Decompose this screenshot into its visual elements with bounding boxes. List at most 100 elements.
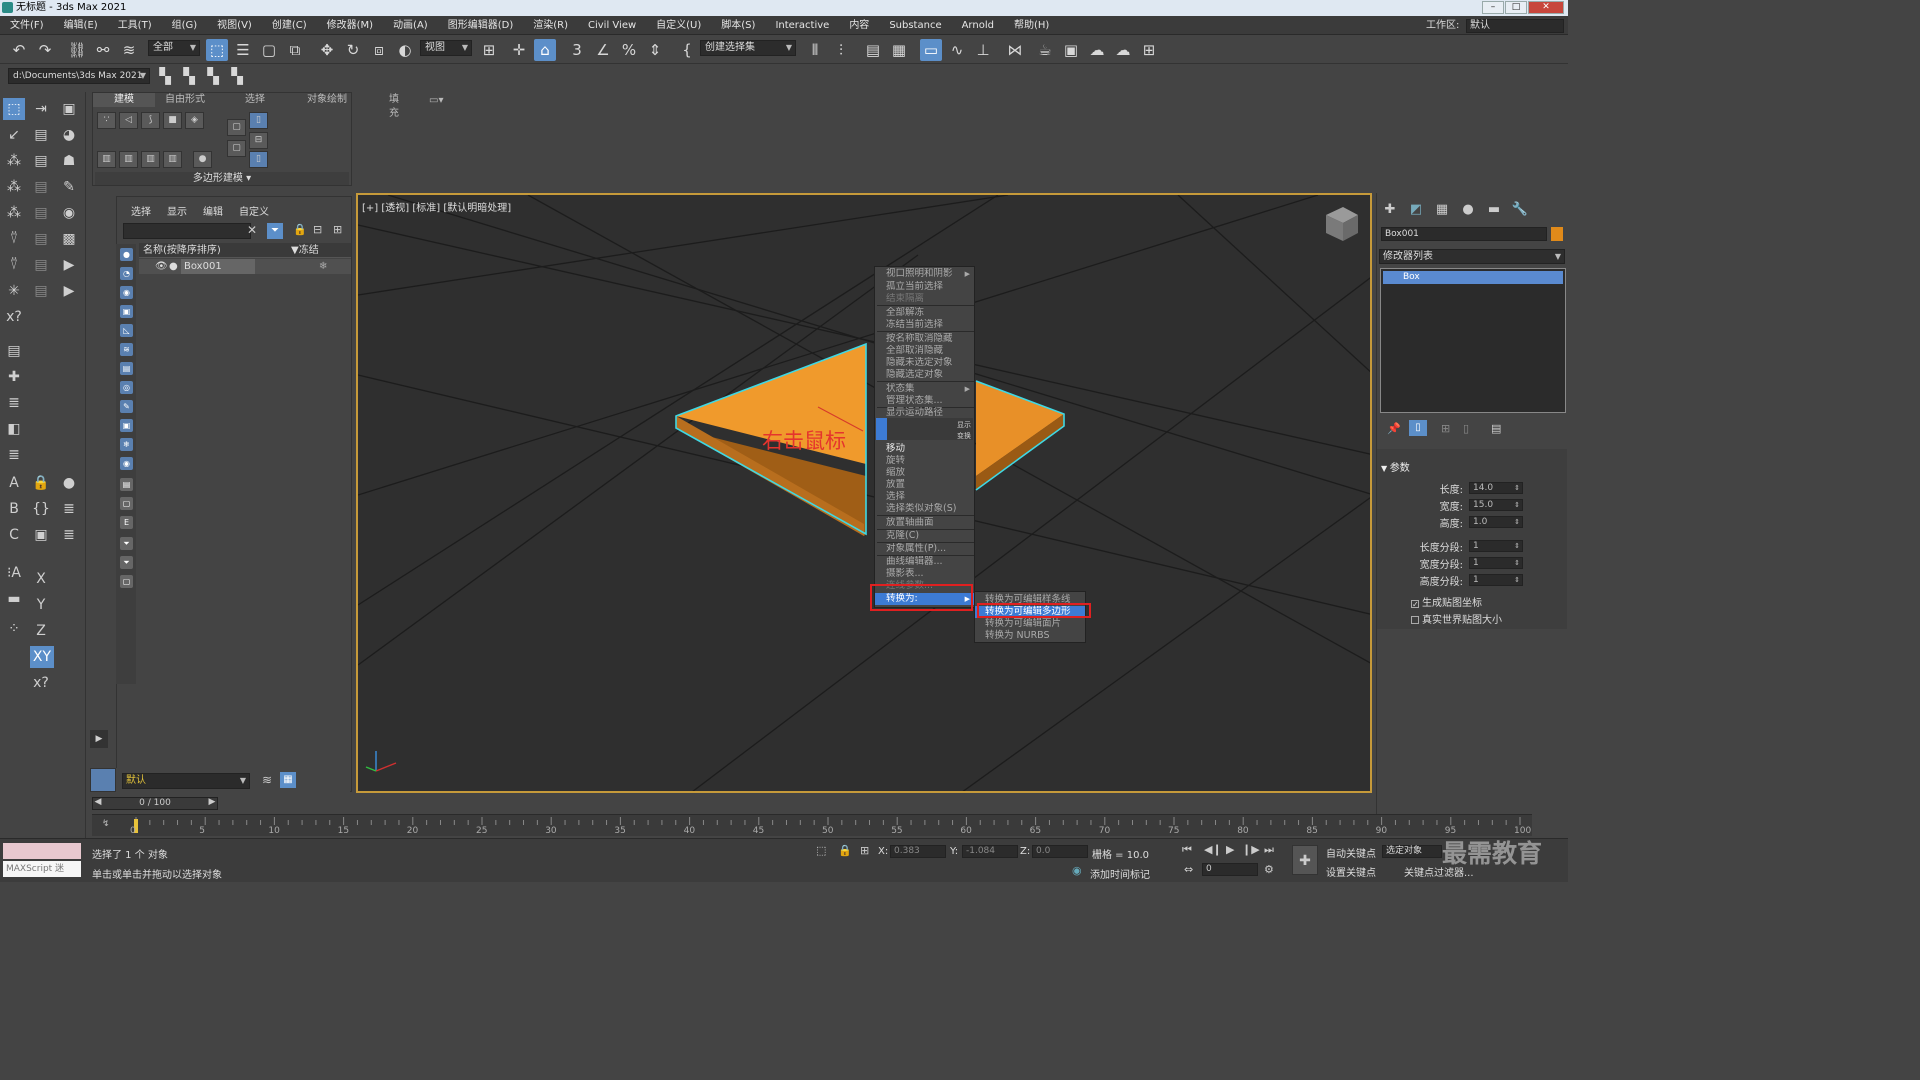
text-b-icon[interactable]: B xyxy=(3,498,25,520)
se-col-name[interactable]: 名称(按降序排序) xyxy=(143,243,221,258)
ribbon-tab-object-paint[interactable]: 对象绘制 xyxy=(307,93,367,107)
auto-key-button[interactable]: 自动关键点 xyxy=(1326,845,1376,860)
ribbon-footer-polymodeling[interactable]: 多边形建模 ▾ xyxy=(95,172,349,185)
layers-icon[interactable]: ≣ xyxy=(3,392,25,414)
stack-item-box[interactable]: Box xyxy=(1383,271,1563,284)
layer-dropdown[interactable]: 默认 ▼ xyxy=(122,773,250,789)
configure-sets-icon[interactable]: ▤ xyxy=(1491,422,1501,435)
render-grid-icon[interactable]: ⊞ xyxy=(1138,39,1160,61)
rect-selection-icon[interactable]: ▢ xyxy=(258,39,280,61)
sm-editable-patch[interactable]: 转换为可编辑面片 xyxy=(975,618,1085,630)
ribbon-tab-selection[interactable]: 选择 xyxy=(245,93,265,107)
track-filter-icon[interactable]: ↯ xyxy=(102,819,110,829)
time-slider[interactable]: 0 / 100 xyxy=(92,797,218,810)
next-key-icon[interactable]: ❙▶ xyxy=(1242,843,1260,856)
prev-key-icon[interactable]: ◀❙ xyxy=(1204,843,1222,856)
viewport-icon[interactable]: ▩ xyxy=(58,228,80,250)
cm-clone[interactable]: 克隆(C) xyxy=(875,530,974,542)
ribbon-tool2-icon[interactable]: ▥ xyxy=(119,151,138,168)
filter-xrefs-icon[interactable]: ◎ xyxy=(120,381,133,394)
scale-icon[interactable]: ⧈ xyxy=(368,39,390,61)
sel-lock-icon[interactable]: ▤ xyxy=(30,150,52,172)
cm-select-similar[interactable]: 选择类似对象(S) xyxy=(875,503,974,515)
cm-object-properties[interactable]: 对象属性(P)... xyxy=(875,543,974,555)
layer-icon[interactable]: ⇥ xyxy=(30,98,52,120)
se-tab-edit[interactable]: 编辑 xyxy=(203,203,223,218)
align-icon[interactable]: ⫶ xyxy=(830,39,852,61)
remove-modifier-icon[interactable]: ▯ xyxy=(1463,422,1469,435)
param-width-input[interactable]: 15.0 ⇕ xyxy=(1469,499,1523,511)
edge-icon[interactable]: ◁ xyxy=(119,112,138,129)
ribbon-tab-modeling[interactable]: 建模 xyxy=(93,93,155,107)
cm-select[interactable]: 选择 xyxy=(875,491,974,503)
mirror-icon[interactable]: ⫴ xyxy=(804,39,826,61)
expand-icon[interactable]: ▶ xyxy=(90,730,108,748)
y-coordinate-field[interactable]: -1.084 xyxy=(962,845,1018,858)
cm-rotate[interactable]: 旋转 xyxy=(875,455,974,467)
play-icon[interactable]: ▶ xyxy=(1226,843,1234,856)
menu-scripting[interactable]: 脚本(S) xyxy=(711,16,765,35)
make-unique-icon[interactable]: ⊞ xyxy=(1441,422,1450,435)
cm-unfreeze-all[interactable]: 全部解冻 xyxy=(875,307,974,319)
layer-color-swatch[interactable] xyxy=(90,768,116,792)
motion-tab-icon[interactable]: ● xyxy=(1459,201,1477,219)
axis-xq-icon[interactable]: x? xyxy=(30,672,52,694)
paint-sel-icon[interactable]: ▤ xyxy=(30,124,52,146)
text-c-icon[interactable]: C xyxy=(3,524,25,546)
time-config-icon[interactable]: ⚙ xyxy=(1264,863,1274,876)
menu-animation[interactable]: 动画(A) xyxy=(383,16,438,35)
stack2-icon[interactable]: ≣ xyxy=(58,498,80,520)
cm-wire-parameters[interactable]: 连线参数... xyxy=(875,580,974,592)
snap-vertex-icon[interactable]: ⍢ xyxy=(3,228,25,250)
sphere-icon[interactable]: ● xyxy=(58,472,80,494)
se-tab-display[interactable]: 显示 xyxy=(167,203,187,218)
keyboard-shortcut-icon[interactable]: ⌂ xyxy=(534,39,556,61)
cm-place[interactable]: 放置 xyxy=(875,479,974,491)
filter-frozen-icon[interactable]: ❄ xyxy=(120,438,133,451)
dots-icon[interactable]: ⁘ xyxy=(3,618,25,640)
cm-hide-selection[interactable]: 隐藏选定对象 xyxy=(875,369,974,381)
spinner-icon[interactable]: ⇕ xyxy=(1514,500,1520,510)
ribbon-tab-populate[interactable]: 填充 xyxy=(389,93,399,119)
menu-modifiers[interactable]: 修改器(M) xyxy=(317,16,383,35)
sel-tool4-icon[interactable]: ▤ xyxy=(30,254,52,276)
param-length-segs-input[interactable]: 1 ⇕ xyxy=(1469,540,1523,552)
maxscript-mini[interactable]: MAXScript 迷 xyxy=(3,861,81,877)
ribbon-tab-freeform[interactable]: 自由形式 xyxy=(165,93,205,107)
cm-end-isolate[interactable]: 结束隔离 xyxy=(875,293,974,305)
ribbon-tool5-icon[interactable]: ● xyxy=(193,151,212,168)
param-height-input[interactable]: 1.0 ⇕ xyxy=(1469,516,1523,528)
spinner-icon[interactable]: ⇕ xyxy=(1514,517,1520,527)
set-key-button[interactable]: 设置关键点 xyxy=(1326,864,1376,879)
lock-icon[interactable]: 🔒 xyxy=(30,472,52,494)
spinner-snap-icon[interactable]: ⇕ xyxy=(644,39,666,61)
cm-scale[interactable]: 缩放 xyxy=(875,467,974,479)
create-tab-icon[interactable]: ✚ xyxy=(1381,201,1399,219)
snap-icon[interactable]: ⁂ xyxy=(3,150,25,172)
move-icon[interactable]: ✥ xyxy=(316,39,338,61)
spinner-icon[interactable]: ⇕ xyxy=(1514,483,1520,493)
axis-xy-icon[interactable]: XY xyxy=(30,646,54,668)
filter-cameras-icon[interactable]: ▣ xyxy=(120,305,133,318)
maximize-button[interactable]: □ xyxy=(1505,1,1527,14)
window-crossing-icon[interactable]: ⧉ xyxy=(284,39,306,61)
undo-icon[interactable]: ↶ xyxy=(8,39,30,61)
layers-stack-icon[interactable]: ≋ xyxy=(262,773,272,787)
stack-icon[interactable]: ≣ xyxy=(3,444,25,466)
params-rollout-header[interactable]: ▼ 参数 xyxy=(1381,459,1410,474)
param-length-input[interactable]: 14.0 ⇕ xyxy=(1469,482,1523,494)
box001-mesh[interactable] xyxy=(675,342,1065,536)
modify-tab-icon[interactable]: ◩ xyxy=(1407,201,1425,219)
teapot-icon[interactable]: ☗ xyxy=(58,150,80,172)
project-save-icon[interactable]: ▚ xyxy=(202,65,224,87)
perspective-viewport[interactable]: [+] [透视] [标准] [默认明暗处理] 右击鼠标 xyxy=(356,193,1372,793)
next-frame-icon[interactable]: ▶ xyxy=(206,797,218,807)
axis-y-icon[interactable]: Y xyxy=(30,594,52,616)
filter-bones-icon[interactable]: ✎ xyxy=(120,400,133,413)
sm-editable-poly[interactable]: 转换为可编辑多边形 xyxy=(975,606,1085,618)
menu-arnold[interactable]: Arnold xyxy=(952,16,1004,35)
ribbon-tool4-icon[interactable]: ▥ xyxy=(163,151,182,168)
link-icon[interactable]: ⛓ xyxy=(66,39,88,61)
menu-file[interactable]: 文件(F) xyxy=(0,16,54,35)
menu-graph-editors[interactable]: 图形编辑器(D) xyxy=(438,16,524,35)
